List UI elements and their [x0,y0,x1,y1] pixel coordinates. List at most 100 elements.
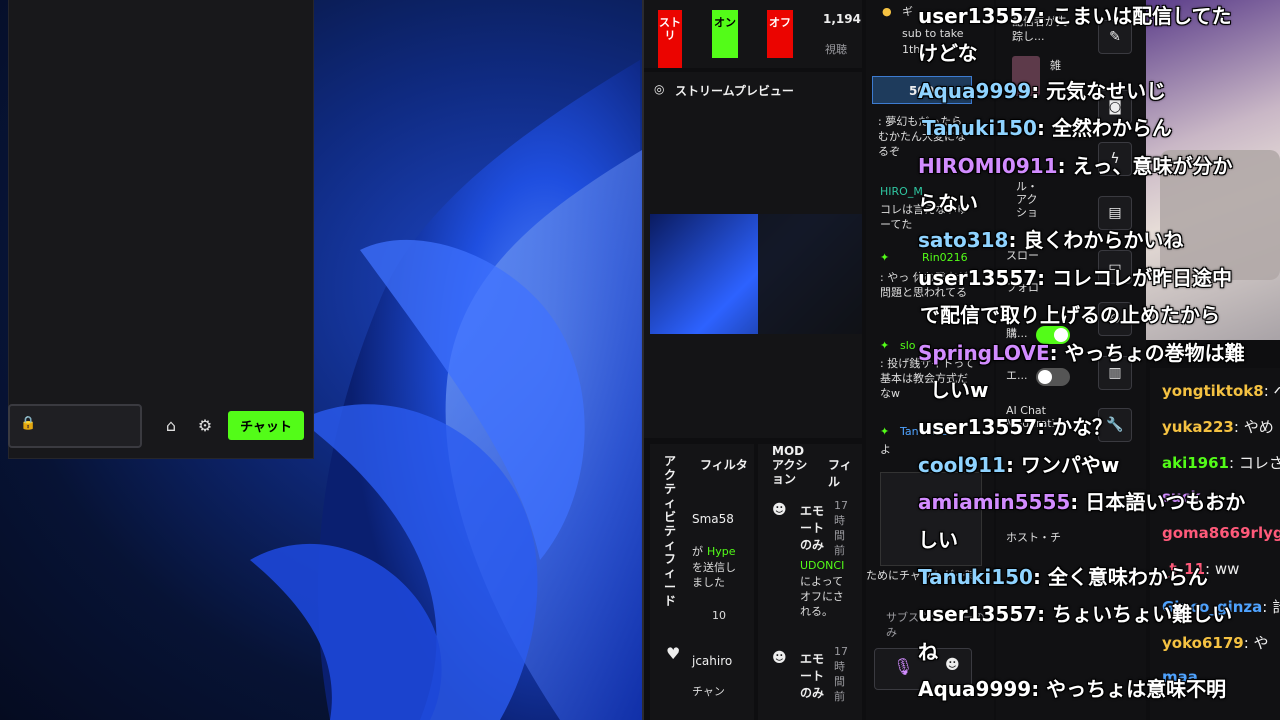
overlay-comment-text: コレコレが昨日途中 [1052,265,1233,290]
side-chat-user[interactable]: yuka223 [1162,418,1234,436]
overlay-comment-user: Aqua9999 [918,78,1032,103]
overlay-comment-user: amiamin5555 [918,490,1071,515]
overlay-comment-user: HIROMI0911 [918,153,1058,178]
overlay-separator: : [1008,228,1024,253]
side-chat-text: : ww [1205,560,1240,578]
overlay-separator: : [1049,340,1065,365]
mod-actions-filter[interactable]: フィル [828,456,862,490]
activity-action: が [692,545,703,558]
mod-action-desc: によってオフにされる。 [800,575,844,618]
overlay-comment-text: こまいは配信してた [1052,4,1232,28]
side-chat-row: goma8669rlyg [1162,524,1280,542]
heart-icon: ♥ [666,644,681,663]
activity-filter[interactable]: フィルタ [700,456,748,473]
mod-chat-user: slo [900,339,916,352]
overlay-comment-user: Aqua9999 [918,677,1032,702]
overlay-comment: Aqua9999: 元気なせいじ [918,75,1166,104]
activity-user: jcahiro [692,654,733,668]
overlay-comment: ね [918,636,938,665]
overlay-separator: : [1070,490,1086,515]
overlay-comment-user: cool911 [918,452,1006,477]
mod-badge-icon: ✦ [880,425,890,438]
on-button[interactable]: オン [712,10,738,58]
emote-icon[interactable]: ☻ [945,657,960,673]
overlay-comment-user: Tanuki150 [918,565,1033,589]
side-chat-row: yoko6179: や [1162,632,1269,653]
overlay-separator: : [1037,602,1053,627]
mod-chat-user: HIRO_M [880,185,923,198]
overlay-separator: : [1031,78,1047,103]
side-chat-user[interactable]: aki1961 [1162,454,1229,472]
overlay-comment-user: user13557 [918,4,1038,28]
preview-video [650,214,862,334]
emote-icon: ☻ [772,502,787,518]
side-chat-user[interactable]: goma8669rlyg [1162,524,1280,542]
overlay-comment-text: ワンパやw [1020,452,1120,477]
store-icon[interactable]: ⌂ [158,412,184,438]
chat-input-field[interactable]: 🔒 [8,404,142,448]
quick-action-label: エ... [1006,369,1028,382]
overlay-comment-text: 全く意味わからん [1047,565,1208,589]
overlay-comment-text: しいw [930,378,989,402]
toggle-switch-off[interactable] [1036,368,1070,386]
side-chat-text: : コレさ [1229,454,1280,472]
preview-dashboard-thumb [758,214,862,334]
overlay-comment: らない [918,187,978,216]
overlay-comment: しいw [930,374,988,403]
overlay-comment: Tanuki150: 全然わからん [922,112,1172,141]
overlay-comment: user13557: ちょいちょい難しい [918,598,1232,627]
overlay-comment-user: Tanuki150 [922,116,1037,141]
side-chat-row: yongtiktok8: ペ [1162,380,1280,401]
mod-chat-message: よ [880,443,891,456]
mod-actions-title: MOD アクション [772,444,808,486]
mod-action-label: エモートのみ [800,652,825,700]
overlay-separator: : [1005,452,1021,477]
side-chat-row: aki1961: コレさ [1162,452,1280,473]
overlay-comment-user: user13557 [918,602,1038,627]
overlay-comment-text: かな？ [1052,415,1113,440]
overlay-separator: : [1057,153,1073,178]
side-chat-text: : やめ [1233,418,1274,436]
overlay-comment: HIROMI0911: えっ、意味が分か [918,150,1233,179]
overlay-comment: けどな [918,37,978,66]
overlay-comment-text: で配信で取り上げるの止めたから [920,303,1220,328]
stream-button[interactable]: ストリ [658,10,682,68]
overlay-comment: sato318: 良くわからかいね [918,224,1183,253]
mod-action-by: UDONCI [800,559,845,572]
overlay-comment: しい [918,524,958,553]
overlay-comment-user: user13557 [918,415,1038,440]
off-button[interactable]: オフ [767,10,793,58]
overlay-separator: : [1037,265,1053,290]
activity-rest: を送信しました [692,561,736,589]
overlay-separator: : [1036,116,1052,141]
side-chat-user[interactable]: yongtiktok8 [1162,382,1264,400]
gear-icon[interactable]: ⚙ [192,412,218,438]
stream-controls-panel: ストリ オン オフ 1,194 視聴 [644,0,862,68]
microphone-icon[interactable]: 🎙 [893,657,913,676]
lock-icon: 🔒 [20,416,37,431]
viewer-label: 視聴 [825,43,847,56]
overlay-comment: user13557: かな？ [918,411,1112,440]
overlay-comment-text: えっ、意味が分か [1072,153,1233,178]
activity-feed-panel: アクティビティフィード フィルタ Sma58 が Hype を送信しました 10… [650,444,754,720]
overlay-separator: : [1037,4,1053,28]
overlay-comment-text: やっちょの巻物は難 [1064,340,1245,365]
overlay-comment: SpringLOVE: やっちょの巻物は難 [918,337,1245,366]
goal-icon: ● [882,5,892,18]
quick-action-label: 雑 [1050,59,1061,72]
side-chat-user[interactable]: yoko6179 [1162,634,1244,652]
side-chat-text: : ペ [1263,382,1280,400]
send-chat-button[interactable]: チャット [228,411,304,440]
mod-action-time: 17 時間前 [834,499,848,557]
mod-action-time: 17 時間前 [834,645,848,703]
overlay-comment-text: やっちょは意味不明 [1046,677,1227,702]
overlay-comment: Aqua9999: やっちょは意味不明 [918,673,1226,702]
overlay-comment-text: ちょいちょい難しい [1052,602,1233,627]
overlay-comment-text: らない [918,191,978,215]
overlay-comment: cool911: ワンパやw [918,449,1119,478]
activity-action: チャン [692,685,725,698]
overlay-comment-user: SpringLOVE [918,340,1050,365]
activity-hype: Hype [707,545,736,558]
overlay-separator: : [1031,677,1047,702]
overlay-comment-text: けどな [918,41,978,66]
